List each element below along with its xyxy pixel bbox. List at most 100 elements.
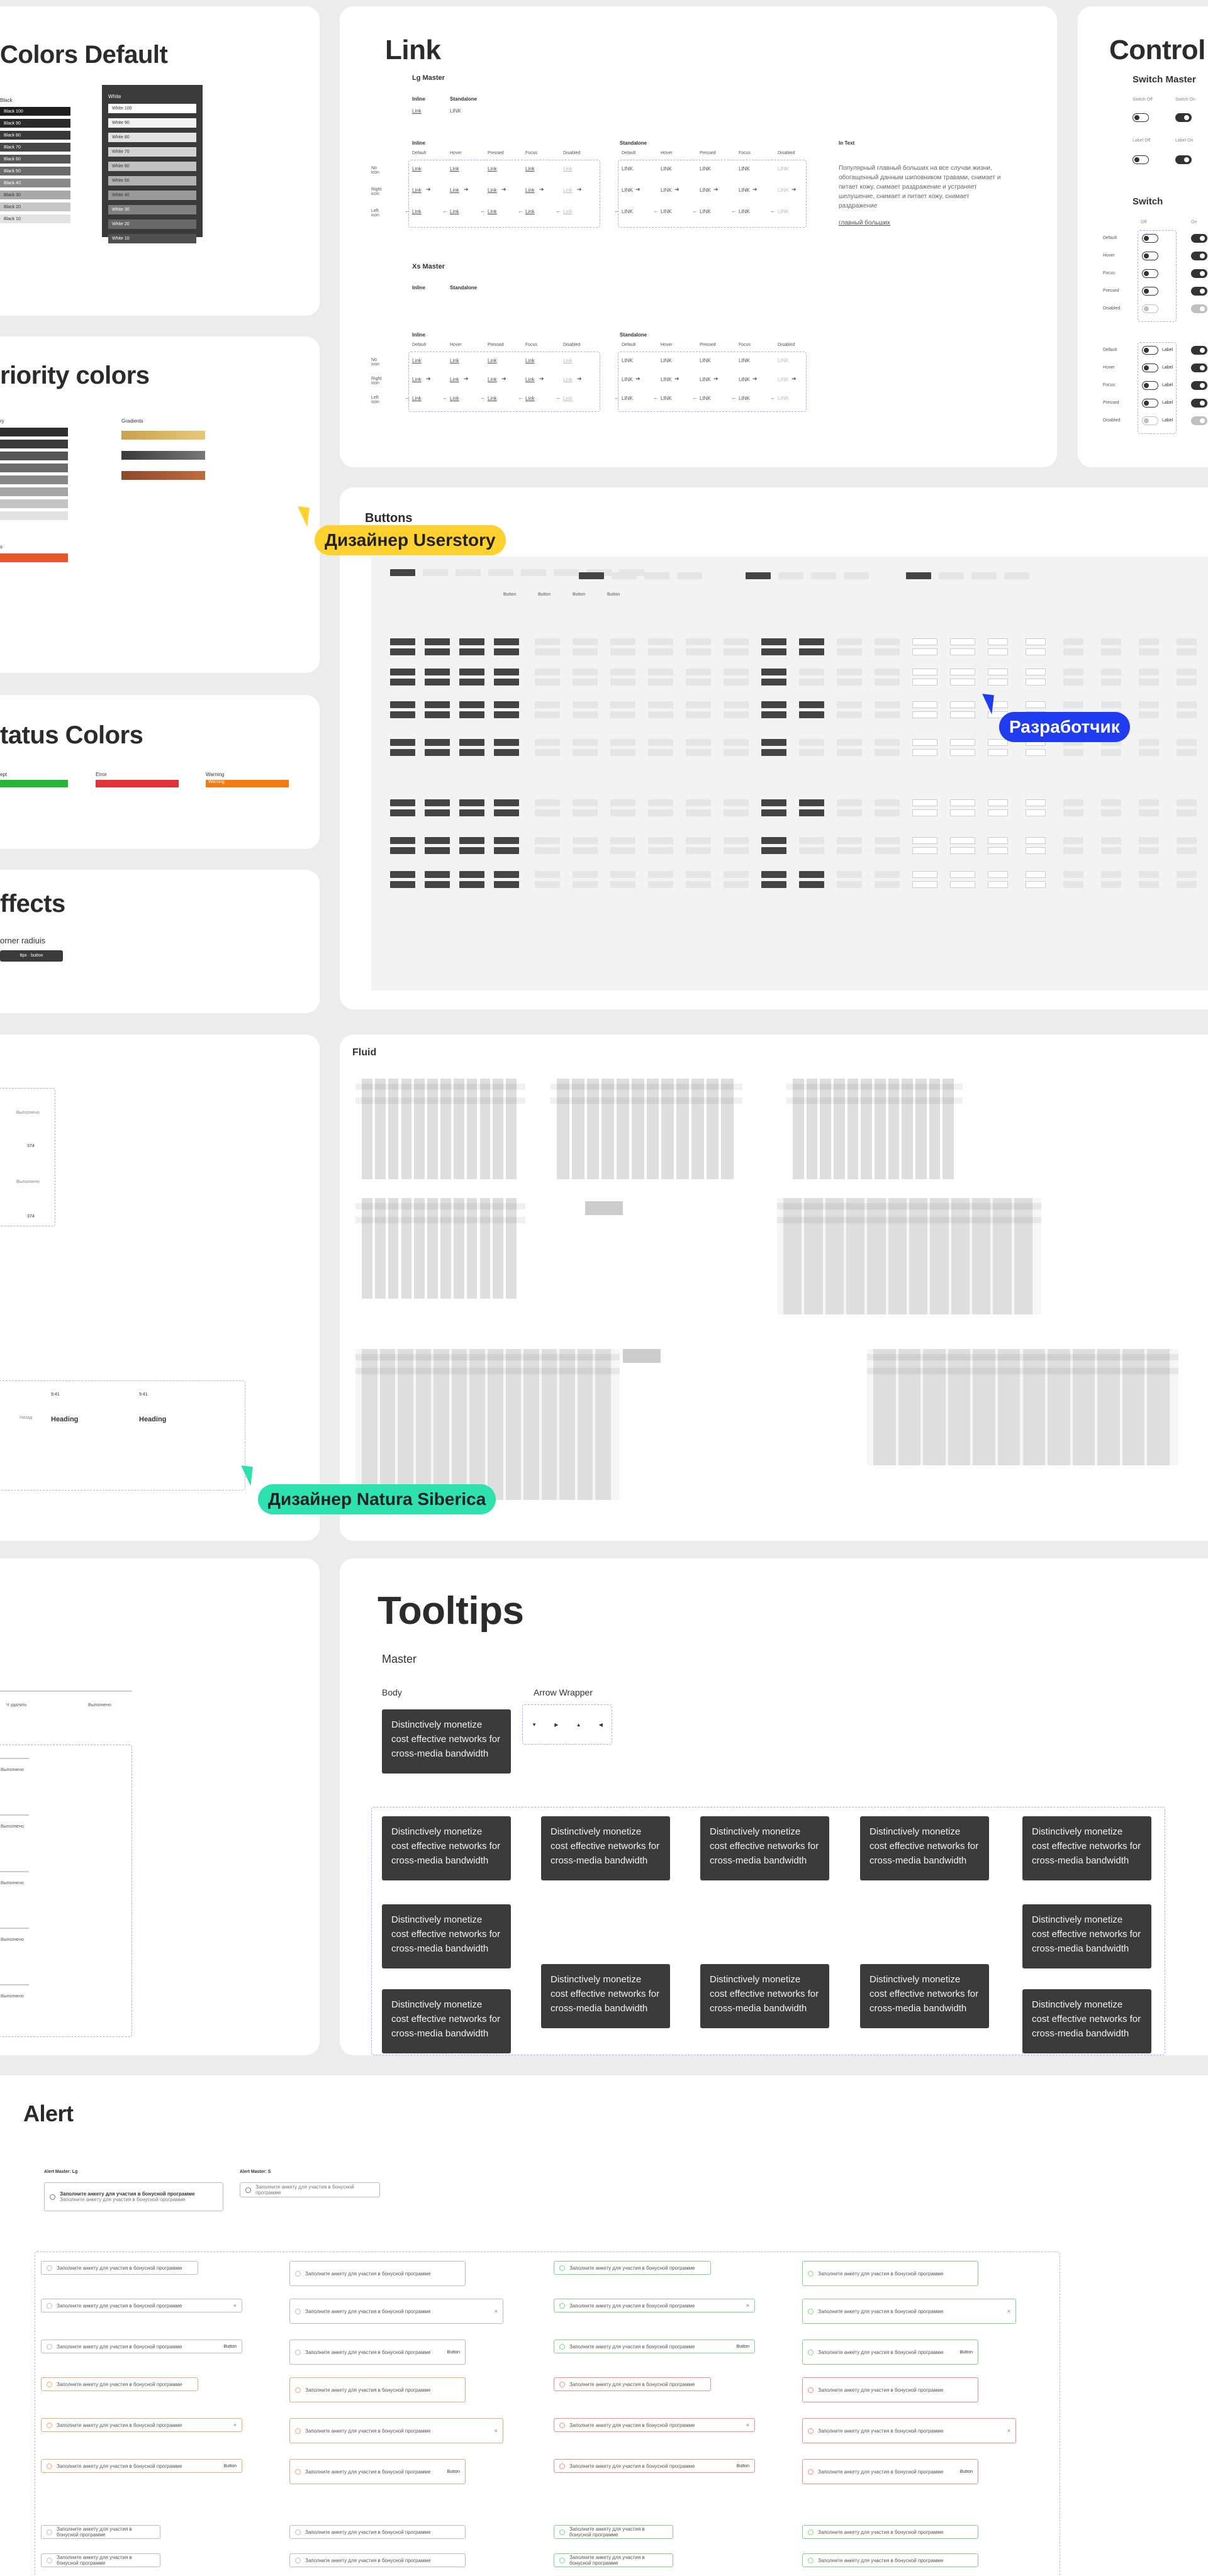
button-thumb[interactable]: [648, 669, 673, 675]
button-thumb[interactable]: [837, 809, 862, 816]
button-thumb[interactable]: [950, 711, 975, 718]
button-thumb[interactable]: [799, 871, 824, 878]
button-thumb[interactable]: [799, 799, 824, 806]
button-thumb[interactable]: [1177, 847, 1197, 854]
link-sample[interactable]: LINK: [622, 187, 633, 193]
button-thumb[interactable]: [875, 739, 900, 746]
button-thumb[interactable]: [875, 638, 900, 645]
button-thumb[interactable]: [1026, 638, 1046, 645]
button-thumb[interactable]: [535, 679, 560, 686]
button-thumb[interactable]: [1177, 711, 1197, 718]
button-thumb[interactable]: [875, 749, 900, 756]
button-thumb[interactable]: [1101, 847, 1121, 854]
alert-action-button[interactable]: Button: [447, 2470, 460, 2474]
button-thumb[interactable]: [686, 679, 711, 686]
switch-on[interactable]: [1191, 252, 1207, 260]
link-sample[interactable]: LINK: [661, 166, 672, 172]
switch-on[interactable]: [1191, 346, 1207, 355]
button-thumb[interactable]: [535, 739, 560, 746]
button-thumb[interactable]: [837, 669, 862, 675]
link-sample[interactable]: Link: [563, 187, 573, 193]
button-thumb[interactable]: [1177, 669, 1197, 675]
button-thumb[interactable]: [875, 809, 900, 816]
button-thumb[interactable]: [1026, 809, 1046, 816]
button-thumb[interactable]: [610, 739, 635, 746]
button-thumb[interactable]: [912, 799, 937, 806]
intext-link[interactable]: главный больших: [839, 218, 1005, 228]
inline-sample[interactable]: Link: [412, 108, 422, 114]
button-thumb[interactable]: [761, 799, 786, 806]
close-icon[interactable]: ×: [746, 2422, 749, 2428]
button-thumb[interactable]: [494, 847, 519, 854]
button-thumb[interactable]: [724, 669, 749, 675]
button-thumb[interactable]: [686, 701, 711, 708]
button-thumb[interactable]: [1063, 847, 1083, 854]
button-thumb[interactable]: [494, 799, 519, 806]
button-thumb[interactable]: [494, 749, 519, 756]
button-thumb[interactable]: [1177, 809, 1197, 816]
button-thumb[interactable]: [459, 679, 484, 686]
button-thumb[interactable]: [1177, 871, 1197, 878]
link-sample[interactable]: Link: [412, 358, 422, 364]
button-thumb[interactable]: [535, 799, 560, 806]
link-sample[interactable]: Link: [525, 209, 535, 214]
button-thumb[interactable]: [648, 749, 673, 756]
button-thumb[interactable]: [494, 871, 519, 878]
button-thumb[interactable]: [686, 749, 711, 756]
button-thumb[interactable]: [761, 837, 786, 844]
button-thumb[interactable]: [573, 837, 598, 844]
button-thumb[interactable]: [799, 669, 824, 675]
button-thumb[interactable]: [390, 881, 415, 888]
button-thumb[interactable]: [390, 809, 415, 816]
button-thumb[interactable]: [950, 847, 975, 854]
button-thumb[interactable]: [988, 638, 1008, 645]
button-thumb[interactable]: [579, 572, 604, 579]
button-thumb[interactable]: [535, 837, 560, 844]
button-thumb[interactable]: [1139, 739, 1159, 746]
button-thumb[interactable]: [837, 739, 862, 746]
link-sample[interactable]: Link: [450, 209, 459, 214]
button-thumb[interactable]: [459, 837, 484, 844]
link-sample[interactable]: Link: [563, 396, 573, 401]
button-thumb[interactable]: [648, 679, 673, 686]
button-thumb[interactable]: [648, 648, 673, 655]
button-thumb[interactable]: [648, 871, 673, 878]
link-sample[interactable]: LINK: [622, 377, 633, 382]
button-thumb[interactable]: [912, 648, 937, 655]
button-thumb[interactable]: [837, 847, 862, 854]
link-sample[interactable]: Link: [450, 358, 459, 364]
button-thumb[interactable]: [677, 572, 702, 579]
button-thumb[interactable]: [724, 871, 749, 878]
link-sample[interactable]: LINK: [622, 166, 633, 172]
button-thumb[interactable]: [1026, 648, 1046, 655]
button-thumb[interactable]: [761, 739, 786, 746]
button-thumb[interactable]: [648, 809, 673, 816]
link-sample[interactable]: Link: [488, 166, 497, 172]
button-thumb[interactable]: [1101, 837, 1121, 844]
button-thumb[interactable]: [488, 569, 513, 576]
link-sample[interactable]: Link: [525, 358, 535, 364]
button-thumb[interactable]: [988, 881, 1008, 888]
button-thumb[interactable]: [1139, 669, 1159, 675]
button-thumb[interactable]: [950, 648, 975, 655]
button-thumb[interactable]: [425, 871, 450, 878]
button-thumb[interactable]: [459, 669, 484, 675]
button-thumb[interactable]: [423, 569, 448, 576]
button-thumb[interactable]: [390, 638, 415, 645]
button-thumb[interactable]: [573, 739, 598, 746]
button-thumb[interactable]: [875, 881, 900, 888]
button-thumb[interactable]: [521, 569, 546, 576]
link-sample[interactable]: Link: [563, 358, 573, 364]
button-thumb[interactable]: [1063, 638, 1083, 645]
button-thumb[interactable]: [1063, 799, 1083, 806]
button-thumb[interactable]: [456, 569, 481, 576]
button-thumb[interactable]: [686, 871, 711, 878]
button-thumb[interactable]: [761, 881, 786, 888]
button-thumb[interactable]: [761, 711, 786, 718]
button-thumb[interactable]: [686, 648, 711, 655]
button-thumb[interactable]: [554, 569, 579, 576]
link-sample[interactable]: LINK: [700, 209, 711, 214]
button-thumb[interactable]: [988, 648, 1008, 655]
link-sample[interactable]: LINK: [700, 396, 711, 401]
button-thumb[interactable]: [1139, 871, 1159, 878]
